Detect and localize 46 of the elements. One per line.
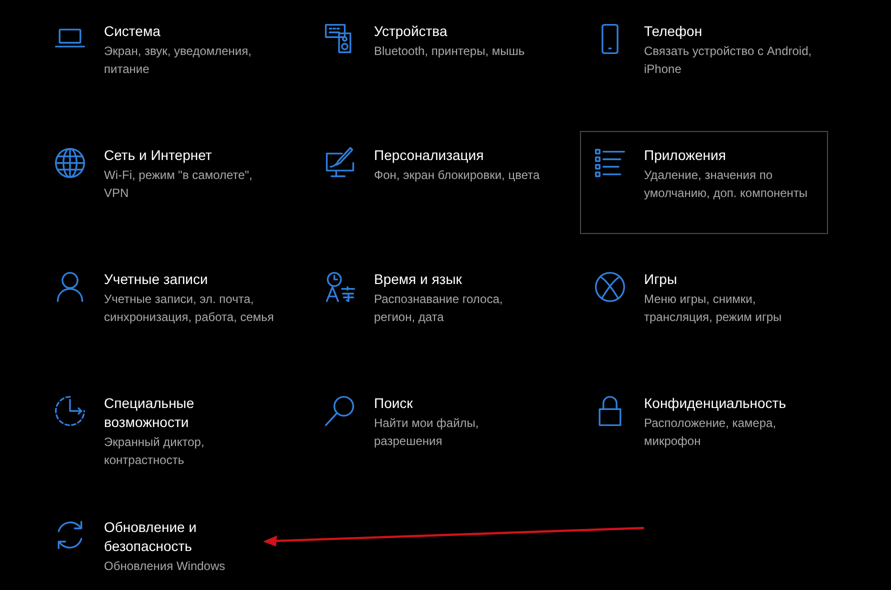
tile-title: Учетные записи [104, 270, 209, 289]
settings-tile[interactable]: Телефон Связать устройство с Android, iPhone [580, 7, 828, 110]
tile-title: Время и язык [374, 270, 463, 289]
tile-title: Игры [644, 270, 678, 289]
tile-description: Обновления Windows [104, 558, 226, 575]
tile-title: Конфиденциальность [644, 394, 786, 413]
tile-description: Найти мои файлы, разрешения [374, 415, 479, 450]
settings-tile[interactable]: Обновление и безопасность Обновления Windows [40, 503, 288, 590]
tile-title: Персонализация [374, 146, 485, 165]
dashed-circle-arrow-icon [53, 394, 87, 428]
tile-description: Фон, экран блокировки, цвета [374, 167, 540, 184]
tile-title: Устройства [374, 22, 448, 41]
tile-title: Обновление и безопасность [104, 518, 198, 556]
tile-description: Связать устройство с Android, iPhone [644, 43, 812, 78]
circle-cross-icon [593, 270, 627, 304]
tile-description: Меню игры, снимки, трансляция, режим игры [644, 291, 782, 326]
tile-title: Приложения [644, 146, 727, 165]
tile-description: Wi-Fi, режим "в самолете", VPN [104, 167, 252, 202]
tile-title: Специальные возможности [104, 394, 196, 432]
settings-tile[interactable]: Приложения Удаление, значения по умолчанию, доп. компоненты [580, 131, 828, 234]
settings-tile[interactable]: Учетные записи Учетные записи, эл. почта, синхронизация, работа, семья [40, 255, 288, 358]
search-icon [323, 394, 357, 428]
tile-description: Расположение, камера, микрофон [644, 415, 778, 450]
clock-letter-icon [323, 270, 357, 304]
list-icon [593, 146, 627, 180]
tile-description: Экранный диктор, контрастность [104, 434, 204, 469]
tile-description: Учетные записи, эл. почта, синхронизация, работа, семья [104, 291, 274, 326]
settings-tile[interactable]: Сеть и Интернет Wi-Fi, режим "в самолете", VPN [40, 131, 288, 234]
settings-tile[interactable]: Конфиденциальность Расположение, камера, микрофон [580, 379, 828, 482]
tile-description: Экран, звук, уведомления, питание [104, 43, 252, 78]
tile-description: Распознавание голоса, регион, дата [374, 291, 503, 326]
tile-title: Телефон [644, 22, 704, 41]
settings-tile[interactable]: Специальные возможности Экранный диктор, контрастность [40, 379, 288, 482]
settings-tile[interactable]: Поиск Найти мои файлы, разрешения [310, 379, 558, 482]
monitor-brush-icon [323, 146, 357, 180]
settings-tile[interactable]: Персонализация Фон, экран блокировки, цвета [310, 131, 558, 234]
settings-tile[interactable]: Время и язык Распознавание голоса, регион, дата [310, 255, 558, 358]
tile-title: Сеть и Интернет [104, 146, 213, 165]
tile-title: Система [104, 22, 162, 41]
tile-description: Bluetooth, принтеры, мышь [374, 43, 525, 60]
globe-icon [53, 146, 87, 180]
settings-tile[interactable]: Устройства Bluetooth, принтеры, мышь [310, 7, 558, 110]
settings-tile[interactable]: Игры Меню игры, снимки, трансляция, режим игры [580, 255, 828, 358]
tile-description: Удаление, значения по умолчанию, доп. компоненты [644, 167, 808, 202]
tile-title: Поиск [374, 394, 414, 413]
settings-tile[interactable]: Система Экран, звук, уведомления, питание [40, 7, 288, 110]
